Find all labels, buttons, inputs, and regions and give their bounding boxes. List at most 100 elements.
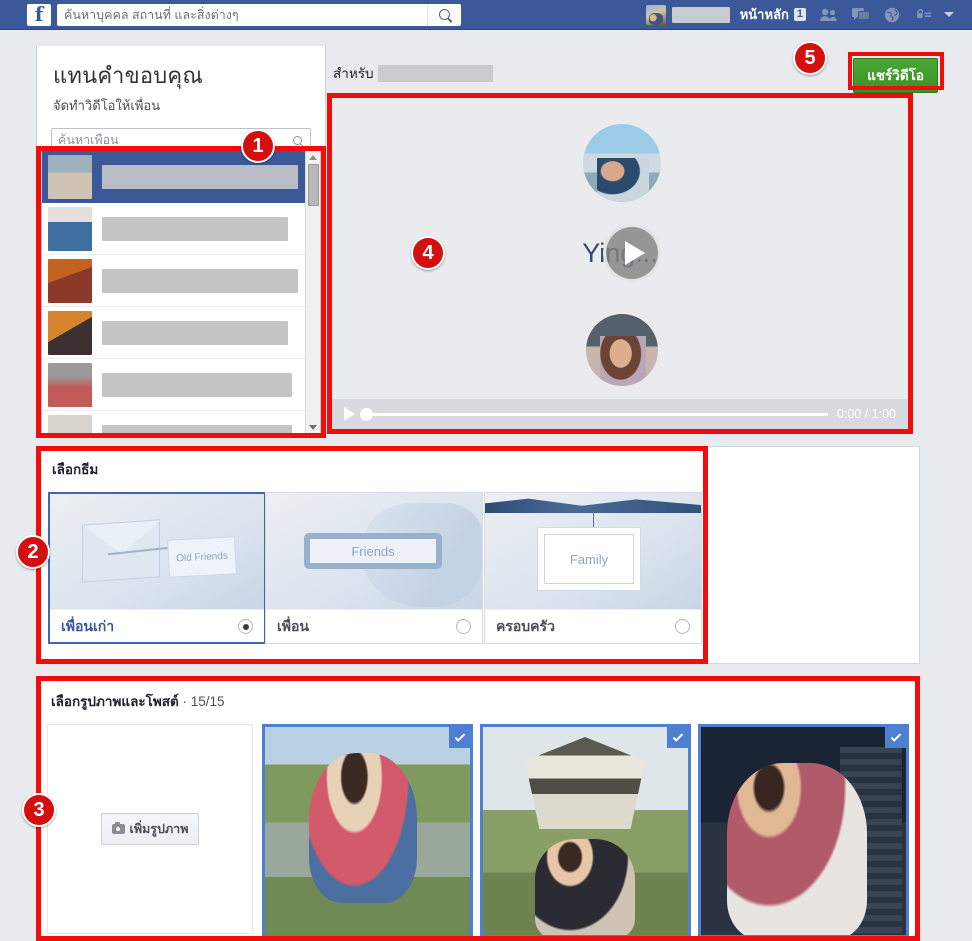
friend-name-redacted xyxy=(102,424,292,434)
search-icon xyxy=(439,9,450,20)
share-video-button[interactable]: แชร์วิดีโอ xyxy=(853,58,938,93)
photo-count-separator: · xyxy=(182,694,188,709)
header-right-nav: หน้าหลัก 1 xyxy=(645,0,972,30)
search-bar[interactable] xyxy=(57,3,461,26)
list-item[interactable] xyxy=(42,203,305,255)
photo-tile[interactable] xyxy=(480,724,691,938)
annotation-badge-3: 3 xyxy=(22,793,56,827)
photo-tile[interactable] xyxy=(698,724,909,938)
list-item[interactable] xyxy=(42,255,305,307)
privacy-lock-icon[interactable] xyxy=(916,8,932,21)
home-label: หน้าหลัก xyxy=(739,7,789,22)
page-subtitle: จัดทำวิดีโอให้เพื่อน xyxy=(53,98,161,113)
annotation-badge-5: 5 xyxy=(793,41,827,75)
add-photo-tile[interactable]: เพิ่มรูปภาพ xyxy=(47,724,253,934)
profile-name-redacted[interactable] xyxy=(671,6,730,23)
friend-name-redacted xyxy=(102,165,298,189)
theme-radio[interactable] xyxy=(675,619,690,634)
video-photo-top xyxy=(583,124,661,202)
page-title: แทนคำขอบคุณ xyxy=(53,63,203,88)
avatar xyxy=(48,362,92,407)
add-photo-button[interactable]: เพิ่มรูปภาพ xyxy=(100,813,200,845)
video-time-display: 0:00 / 1:00 xyxy=(836,407,896,421)
theme-thumbnail: Friends xyxy=(266,493,482,609)
avatar[interactable] xyxy=(645,4,666,25)
messages-icon[interactable] xyxy=(852,7,870,22)
video-scrubber[interactable] xyxy=(360,407,828,421)
theme-option-friends[interactable]: Friends เพื่อน xyxy=(265,492,483,644)
annotation-badge-4: 4 xyxy=(411,236,445,270)
play-icon[interactable] xyxy=(344,407,355,421)
search-icon xyxy=(292,135,302,145)
photo-section-label: เลือกรูปภาพและโพสต์ xyxy=(51,694,179,709)
theme-radio[interactable] xyxy=(456,619,471,634)
theme-option-family[interactable]: Family ครอบครัว xyxy=(484,492,702,644)
theme-label: ครอบครัว xyxy=(496,617,555,634)
annotation-badge-1: 1 xyxy=(241,129,275,163)
theme-option-footer: เพื่อน xyxy=(266,609,482,643)
search-button[interactable] xyxy=(427,3,461,26)
sign-illustration: Family xyxy=(537,527,641,591)
scroll-down-icon[interactable] xyxy=(309,425,317,430)
scrollbar[interactable] xyxy=(305,151,320,434)
theme-thumbnail: Old Friends xyxy=(50,494,264,609)
avatar xyxy=(48,155,92,199)
annotation-badge-2: 2 xyxy=(16,535,50,569)
theme-thumbnail: Family xyxy=(485,493,701,609)
check-icon[interactable] xyxy=(449,727,470,748)
friend-name-redacted xyxy=(102,216,288,241)
play-icon[interactable] xyxy=(603,224,661,282)
friend-list-items xyxy=(42,151,305,434)
list-item[interactable] xyxy=(42,411,305,434)
video-controls[interactable]: 0:00 / 1:00 xyxy=(332,399,908,429)
recipient-name-redacted xyxy=(377,64,493,82)
video-photo-bottom xyxy=(586,314,658,386)
list-item[interactable] xyxy=(42,359,305,411)
theme-option-old-friends[interactable]: Old Friends เพื่อนเก่า xyxy=(48,492,266,644)
theme-option-footer: เพื่อนเก่า xyxy=(50,609,264,643)
theme-label: เพื่อนเก่า xyxy=(61,617,115,634)
photo-thumbnail xyxy=(265,727,470,935)
scroll-up-icon[interactable] xyxy=(309,155,317,160)
friend-name-redacted xyxy=(102,372,292,397)
friend-list[interactable] xyxy=(41,150,321,435)
photo-tile[interactable] xyxy=(262,724,473,938)
facebook-logo-icon[interactable]: f xyxy=(27,3,51,26)
friend-search-button[interactable] xyxy=(284,135,310,145)
photo-count-value: 15/15 xyxy=(190,694,225,709)
video-recipient: สำหรับ xyxy=(333,62,493,84)
sign-inner-border xyxy=(544,534,634,584)
theme-art-label: Friends xyxy=(304,533,442,569)
theme-art-label: Old Friends xyxy=(167,536,237,578)
avatar xyxy=(48,258,92,303)
notifications-globe-icon[interactable] xyxy=(884,7,900,23)
theme-radio[interactable] xyxy=(238,619,253,634)
friend-name-redacted xyxy=(102,268,298,293)
header-settings-group xyxy=(916,8,972,21)
friend-requests-icon[interactable] xyxy=(820,8,838,22)
avatar xyxy=(48,206,92,251)
home-link[interactable]: หน้าหลัก 1 xyxy=(740,4,806,25)
check-icon[interactable] xyxy=(667,727,688,748)
check-icon[interactable] xyxy=(885,727,906,748)
search-input[interactable] xyxy=(57,4,427,25)
theme-option-footer: ครอบครัว xyxy=(485,609,701,643)
facebook-header: f หน้าหลัก 1 xyxy=(0,0,972,30)
friend-name-redacted xyxy=(102,320,288,345)
camera-icon xyxy=(111,821,125,834)
avatar xyxy=(48,310,92,355)
photo-thumbnail xyxy=(483,727,688,935)
theme-label: เพื่อน xyxy=(277,617,309,634)
add-photo-label: เพิ่มรูปภาพ xyxy=(129,822,189,836)
list-item[interactable] xyxy=(42,307,305,359)
for-label: สำหรับ xyxy=(333,66,374,81)
avatar xyxy=(48,414,92,434)
scrubber-handle[interactable] xyxy=(360,407,373,421)
photo-section-title: เลือกรูปภาพและโพสต์ · 15/15 xyxy=(51,690,225,712)
account-caret-icon[interactable] xyxy=(944,12,954,17)
home-badge-count: 1 xyxy=(793,8,806,21)
photo-count: · 15/15 xyxy=(183,694,225,709)
theme-section-title: เลือกธีม xyxy=(52,462,99,477)
scrollbar-thumb[interactable] xyxy=(307,164,319,206)
photo-thumbnail xyxy=(701,727,906,935)
